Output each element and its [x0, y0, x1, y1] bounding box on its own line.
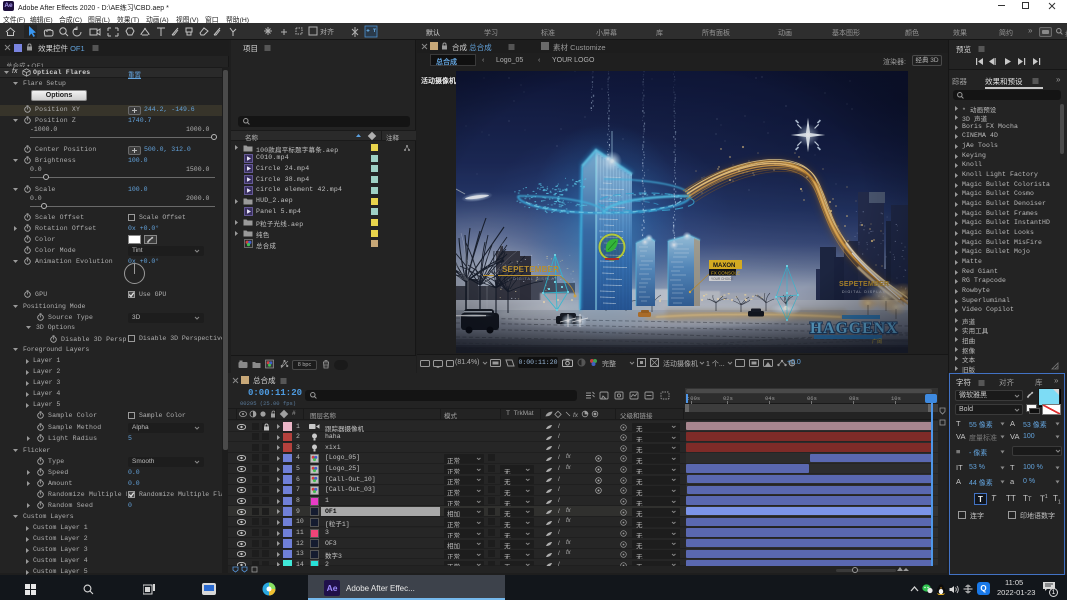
svg-text:对齐: 对齐 — [320, 27, 334, 36]
svg-text:fx: fx — [573, 412, 579, 418]
